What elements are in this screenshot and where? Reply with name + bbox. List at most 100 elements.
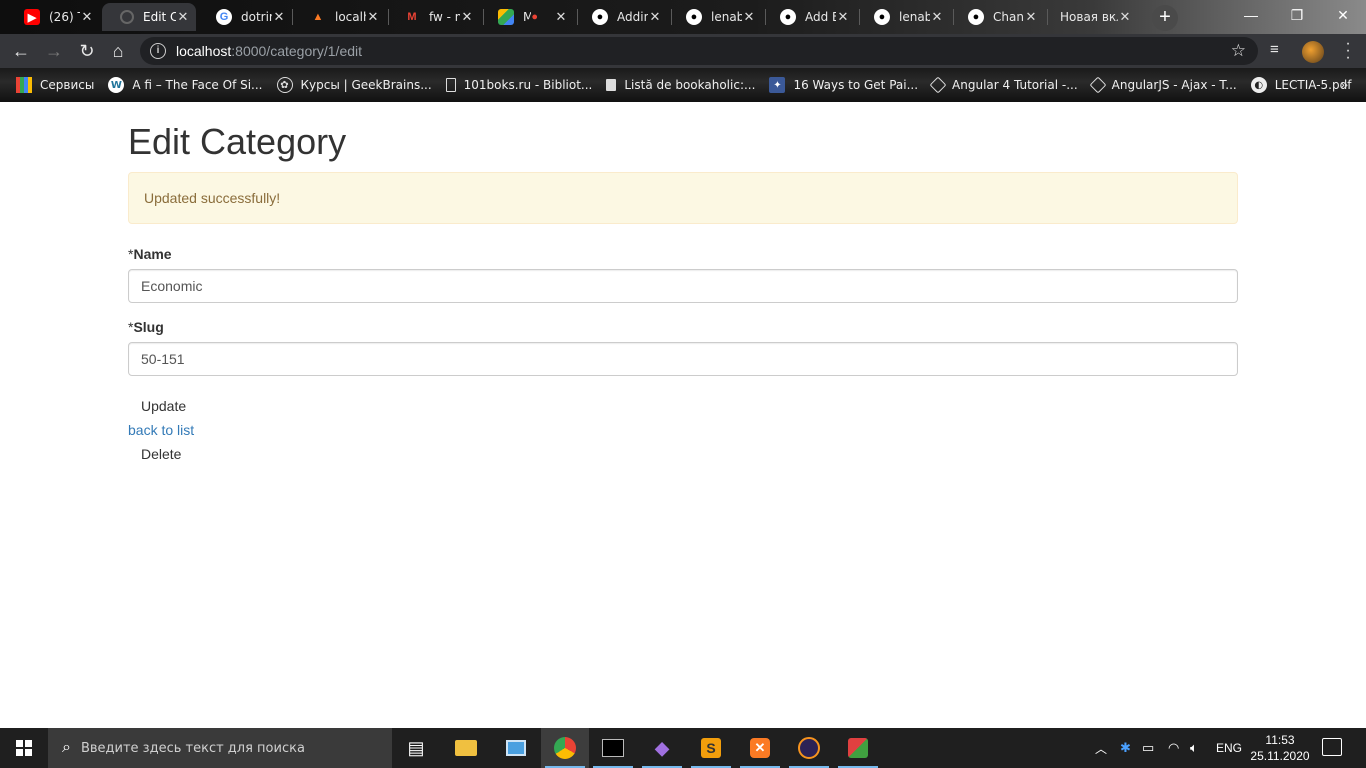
tab-github-2[interactable]: ● lenab ✕ [668, 3, 762, 31]
tab-title: localh [335, 10, 366, 24]
bookmark-16-ways[interactable]: ✦ 16 Ways to Get Pai... [769, 77, 918, 93]
close-icon[interactable]: ✕ [930, 9, 944, 25]
close-icon[interactable]: ✕ [1024, 9, 1038, 25]
youtube-icon: ▶ [24, 9, 40, 25]
bookmarks-overflow-icon[interactable]: » [1340, 76, 1348, 92]
minimize-button[interactable]: — [1228, 0, 1274, 30]
bookmark-a-fi[interactable]: W A fi – The Face Of Si... [108, 77, 263, 93]
start-button[interactable] [0, 728, 48, 768]
menu-icon[interactable]: · · · [1338, 36, 1358, 66]
close-icon[interactable]: ✕ [648, 9, 662, 25]
tab-github-5[interactable]: ● Chang ✕ [950, 3, 1044, 31]
bookmark-101boks[interactable]: 101boks.ru - Bibliot... [445, 78, 592, 92]
back-to-list-link[interactable]: back to list [128, 420, 1238, 440]
battery-icon[interactable]: ▭ [1142, 728, 1154, 768]
address-bar[interactable]: i localhost:8000/category/1/edit ☆ [140, 37, 1258, 65]
chrome-icon[interactable] [541, 728, 589, 768]
wordpress-icon: W [108, 77, 125, 93]
clock-time: 11:53 [1265, 733, 1295, 747]
terminal-icon[interactable] [589, 728, 637, 768]
bookmark-label: AngularJS - Ajax - T... [1111, 78, 1237, 92]
bookmark-angular-4[interactable]: Angular 4 Tutorial -... [929, 76, 1078, 94]
close-icon[interactable]: ✕ [366, 9, 380, 25]
bookmark-lectia[interactable]: ◐ LECTIA-5.pdf [1250, 77, 1351, 93]
visual-studio-icon[interactable]: ◆ [638, 728, 686, 768]
tab-localhost[interactable]: ▲ localh ✕ [292, 3, 386, 31]
tab-title: Новая вкл [1060, 10, 1118, 24]
book-icon [445, 78, 456, 92]
taskbar-search[interactable]: ⌕ Введите здесь текст для поиска [48, 728, 392, 768]
tab-title: fw - m [429, 10, 460, 24]
info-icon[interactable]: i [150, 43, 166, 59]
restore-button[interactable]: ❐ [1274, 0, 1320, 30]
bookmark-icon [606, 79, 617, 91]
tab-drive[interactable]: M ● ✕ [480, 3, 574, 31]
github-icon: ● [686, 9, 702, 25]
language-indicator[interactable]: ENG [1216, 728, 1242, 768]
github-icon: ● [592, 9, 608, 25]
clock[interactable]: 11:53 25.11.2020 [1250, 732, 1310, 764]
github-icon: ● [968, 9, 984, 25]
show-hidden-icons[interactable]: ︿ [1095, 728, 1107, 768]
control-panel-icon[interactable] [492, 728, 540, 768]
success-alert: Updated successfully! [128, 172, 1238, 224]
new-tab-button[interactable]: + [1152, 5, 1178, 31]
bookmark-angularjs-ajax[interactable]: AngularJS - Ajax - T... [1089, 76, 1237, 94]
update-button[interactable]: Update [128, 392, 199, 420]
tab-github-4[interactable]: ● lenab ✕ [856, 3, 950, 31]
close-icon[interactable]: ✕ [460, 9, 474, 25]
sublime-text-icon[interactable]: S [687, 728, 735, 768]
task-view-icon[interactable]: ▤ [392, 728, 440, 768]
page-title: Edit Category [128, 121, 347, 162]
xampp-icon[interactable]: ✕ [736, 728, 784, 768]
media-control-icon[interactable]: ≡ [1270, 41, 1279, 58]
star-icon[interactable]: ☆ [1231, 41, 1246, 61]
home-button[interactable]: ⌂ [106, 39, 130, 63]
delete-button[interactable]: Delete [128, 440, 194, 462]
tab-new-tab[interactable]: Новая вкл ✕ [1044, 3, 1138, 31]
close-icon[interactable]: ✕ [836, 9, 850, 25]
tab-github-3[interactable]: ● Add E ✕ [762, 3, 856, 31]
wifi-icon[interactable]: ◠ [1168, 728, 1179, 768]
forward-button[interactable]: → [42, 39, 66, 63]
tab-google[interactable]: G dotrin ✕ [198, 3, 292, 31]
slug-input[interactable] [128, 342, 1238, 376]
tab-title: M [523, 10, 532, 24]
bluetooth-icon[interactable]: ✱ [1120, 728, 1131, 768]
bookmark-label: Курсы | GeekBrains... [300, 78, 432, 92]
back-button[interactable]: ← [9, 39, 33, 63]
bookmark-bookaholic[interactable]: Listă de bookaholic:... [606, 78, 755, 92]
windows-taskbar: ⌕ Введите здесь текст для поиска ▤ ◆ S ✕… [0, 728, 1366, 768]
eclipse-icon[interactable] [785, 728, 833, 768]
profile-avatar[interactable] [1302, 41, 1324, 63]
tab-github-1[interactable]: ● Addin ✕ [574, 3, 668, 31]
tab-edit-category[interactable]: Edit C ✕ [102, 3, 196, 31]
bookmark-label: Listă de bookaholic:... [624, 78, 756, 92]
name-label-text: Name [133, 246, 172, 262]
bookmark-geekbrains[interactable]: ✿ Курсы | GeekBrains... [276, 77, 432, 93]
installer-icon[interactable] [834, 728, 882, 768]
drive-icon [498, 9, 514, 25]
reload-button[interactable]: ↻ [75, 39, 99, 63]
bookmark-label: Сервисы [40, 78, 95, 92]
browser-toolbar: ← → ↻ ⌂ i localhost:8000/category/1/edit… [0, 34, 1366, 68]
close-icon[interactable]: ✕ [272, 9, 286, 25]
close-window-button[interactable]: ✕ [1320, 0, 1366, 30]
volume-icon[interactable]: 🔈︎ [1190, 728, 1198, 768]
tab-title: Chang [993, 10, 1024, 24]
url-path: :8000/category/1/edit [231, 43, 363, 59]
tab-title: Edit C [143, 10, 176, 24]
file-explorer-icon[interactable] [442, 728, 490, 768]
close-icon[interactable]: ✕ [80, 9, 94, 25]
close-icon[interactable]: ✕ [176, 9, 190, 25]
bookmark-services[interactable]: Сервисы [16, 77, 94, 93]
tab-gmail[interactable]: M fw - m ✕ [386, 3, 480, 31]
windows-logo-icon [16, 740, 32, 756]
notifications-icon[interactable] [1322, 738, 1342, 756]
close-icon[interactable]: ✕ [1118, 9, 1132, 25]
name-input[interactable] [128, 269, 1238, 303]
tab-youtube[interactable]: ▶ (26) T ✕ [6, 3, 100, 31]
close-icon[interactable]: ✕ [742, 9, 756, 25]
tab-title: lenab [899, 10, 930, 24]
close-icon[interactable]: ✕ [554, 9, 568, 25]
